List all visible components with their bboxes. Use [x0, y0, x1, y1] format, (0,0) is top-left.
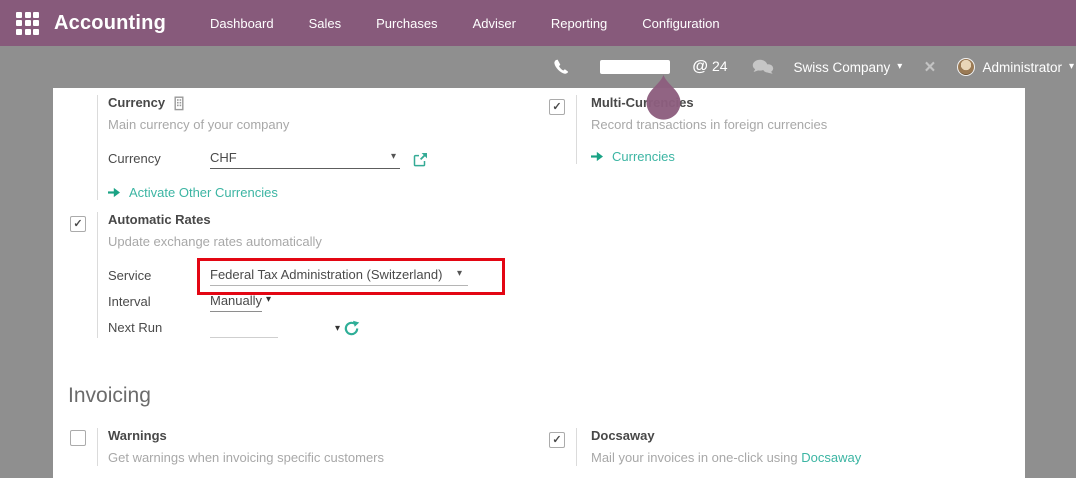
chat-icon[interactable] — [752, 59, 774, 76]
docsaway-subtitle: Mail your invoices in one-click using Do… — [591, 450, 1009, 466]
cursor-marker — [643, 74, 684, 125]
settings-sheet: Currency Main currency of your company — [53, 88, 1025, 478]
warnings-title: Warnings — [108, 428, 167, 444]
multi-currencies-checkbox[interactable] — [549, 99, 565, 115]
interval-select[interactable]: Manually ▾ — [210, 293, 262, 312]
timer-progress-bar[interactable] — [600, 60, 670, 74]
chevron-down-icon: ▾ — [897, 62, 902, 72]
chevron-down-icon: ▾ — [1069, 62, 1074, 72]
docsaway-title: Docsaway — [591, 428, 655, 444]
setting-multi-currencies: Multi-Currencies Record transactions in … — [549, 95, 989, 164]
service-label: Service — [108, 268, 210, 286]
next-run-input[interactable] — [210, 318, 278, 338]
avatar — [957, 58, 975, 76]
arrow-right-icon — [108, 187, 121, 198]
apps-grid-icon[interactable] — [16, 12, 39, 35]
warnings-subtitle: Get warnings when invoicing specific cus… — [108, 450, 525, 466]
user-menu[interactable]: Administrator ▾ — [957, 58, 1074, 76]
chevron-down-icon: ▾ — [457, 269, 462, 279]
app-title: Accounting — [54, 12, 166, 35]
main-menu: Dashboard Sales Purchases Adviser Report… — [210, 16, 720, 31]
setting-currency: Currency Main currency of your company — [70, 95, 525, 200]
at-icon: @ — [692, 58, 708, 76]
top-navbar: Accounting Dashboard Sales Purchases Adv… — [0, 0, 1076, 46]
close-icon[interactable]: × — [924, 58, 935, 77]
menu-item-reporting[interactable]: Reporting — [551, 16, 607, 31]
automatic-rates-checkbox[interactable] — [70, 216, 86, 232]
chevron-down-icon: ▾ — [391, 152, 396, 162]
chevron-down-icon: ▾ — [266, 295, 271, 305]
docsaway-checkbox[interactable] — [549, 432, 565, 448]
mentions-count: 24 — [712, 58, 728, 74]
invoicing-section-header: Invoicing — [68, 384, 151, 408]
warnings-checkbox[interactable] — [70, 430, 86, 446]
currency-subtitle: Main currency of your company — [108, 117, 525, 133]
menu-item-sales[interactable]: Sales — [309, 16, 342, 31]
menu-item-purchases[interactable]: Purchases — [376, 16, 437, 31]
setting-docsaway: Docsaway Mail your invoices in one-click… — [549, 428, 1009, 466]
currency-select[interactable]: CHF ▾ — [210, 150, 400, 169]
service-select[interactable]: Federal Tax Administration (Switzerland)… — [210, 267, 468, 286]
company-switcher[interactable]: Swiss Company ▾ — [794, 60, 903, 75]
chevron-down-icon[interactable]: ▾ — [335, 324, 340, 338]
external-link-icon[interactable] — [412, 152, 428, 169]
user-name: Administrator — [982, 60, 1062, 75]
menu-item-adviser[interactable]: Adviser — [473, 16, 516, 31]
currency-field-label: Currency — [108, 151, 210, 169]
mentions-badge[interactable]: @ 24 — [692, 58, 727, 76]
building-icon — [172, 96, 186, 111]
phone-icon[interactable] — [552, 59, 568, 75]
currency-title: Currency — [108, 95, 165, 111]
docsaway-link[interactable]: Docsaway — [801, 450, 861, 465]
refresh-icon[interactable] — [343, 320, 360, 338]
interval-label: Interval — [108, 294, 210, 312]
setting-warnings: Warnings Get warnings when invoicing spe… — [70, 428, 525, 466]
currencies-link[interactable]: Currencies — [591, 149, 989, 164]
activate-other-currencies-link[interactable]: Activate Other Currencies — [108, 185, 525, 200]
automatic-rates-subtitle: Update exchange rates automatically — [108, 234, 540, 250]
arrow-right-icon — [591, 151, 604, 162]
automatic-rates-title: Automatic Rates — [108, 212, 211, 228]
next-run-label: Next Run — [108, 320, 210, 338]
systray-bar: @ 24 Swiss Company ▾ × Administrator ▾ — [0, 46, 1076, 88]
menu-item-configuration[interactable]: Configuration — [642, 16, 719, 31]
menu-item-dashboard[interactable]: Dashboard — [210, 16, 274, 31]
company-name: Swiss Company — [794, 60, 891, 75]
setting-automatic-rates: Automatic Rates Update exchange rates au… — [70, 212, 540, 338]
